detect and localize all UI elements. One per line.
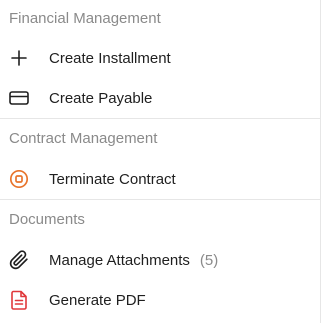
menu-item-label: Create Payable xyxy=(49,89,153,107)
section-header-financial-management: Financial Management xyxy=(9,10,161,27)
file-text-icon xyxy=(9,290,29,310)
menu-item-label: Generate PDF xyxy=(49,291,146,309)
credit-card-icon xyxy=(9,88,29,108)
section-header-documents: Documents xyxy=(9,211,85,228)
menu-item-label: Terminate Contract xyxy=(49,170,176,188)
menu-item-terminate-contract[interactable]: Terminate Contract xyxy=(0,159,321,199)
stop-circle-icon xyxy=(9,169,29,189)
actions-dropdown-menu: Financial Management Create Installment … xyxy=(0,0,321,323)
menu-item-label: Manage Attachments xyxy=(49,251,190,269)
plus-icon xyxy=(9,48,29,68)
menu-item-create-payable[interactable]: Create Payable xyxy=(0,78,321,118)
paperclip-icon xyxy=(9,250,29,270)
section-header-contract-management: Contract Management xyxy=(9,130,158,147)
menu-item-generate-pdf[interactable]: Generate PDF xyxy=(0,280,321,320)
menu-item-label: Create Installment xyxy=(49,49,171,67)
menu-item-manage-attachments[interactable]: Manage Attachments (5) xyxy=(0,240,321,280)
menu-item-create-installment[interactable]: Create Installment xyxy=(0,38,321,78)
attachment-count-badge: (5) xyxy=(199,251,219,269)
